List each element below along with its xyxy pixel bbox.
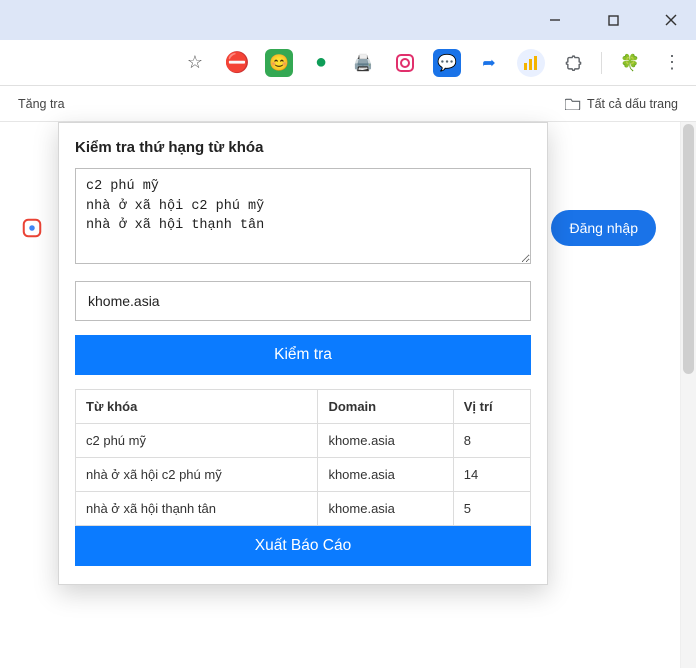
page-side-icons (16, 212, 48, 244)
bookmark-label: Tăng tra (18, 97, 65, 111)
bookmarks-bar: Tăng tra Tất cả dấu trang (0, 86, 696, 122)
bookmark-star-icon[interactable]: ☆ (187, 52, 203, 73)
close-button[interactable] (656, 5, 686, 35)
export-button[interactable]: Xuất Báo Cáo (75, 526, 531, 566)
table-header-row: Từ khóa Domain Vị trí (76, 390, 531, 424)
lens-icon[interactable] (16, 212, 48, 244)
table-row: nhà ở xã hội c2 phú mỹ khome.asia 14 (76, 458, 531, 492)
cell-pos: 14 (453, 458, 530, 492)
print-ext-icon[interactable]: 🖨️ (349, 49, 377, 77)
popup-title: Kiểm tra thứ hạng từ khóa (75, 139, 531, 156)
table-row: c2 phú mỹ khome.asia 8 (76, 424, 531, 458)
page-content: Đăng nhập Kiểm tra thứ hạng từ khóa Kiểm… (0, 122, 696, 668)
rank-checker-ext-icon[interactable] (517, 49, 545, 77)
browser-toolbar: ☆ ⛔ 😊 ● 🖨️ 💬 ➦ 🍀 ⋮ (0, 40, 696, 86)
rank-checker-popup: Kiểm tra thứ hạng từ khóa Kiểm tra Từ kh… (58, 122, 548, 585)
scrollbar-thumb[interactable] (683, 124, 694, 374)
ublock-icon[interactable]: ⛔ (223, 49, 251, 77)
cell-kw: c2 phú mỹ (76, 424, 318, 458)
page-scrollbar[interactable] (680, 122, 696, 668)
clover-profile-icon[interactable]: 🍀 (616, 49, 644, 77)
all-bookmarks-button[interactable]: Tất cả dấu trang (565, 97, 678, 111)
cell-kw: nhà ở xã hội thạnh tân (76, 492, 318, 526)
cell-pos: 8 (453, 424, 530, 458)
share-ext-icon[interactable]: ➦ (475, 49, 503, 77)
cell-kw: nhà ở xã hội c2 phú mỹ (76, 458, 318, 492)
window-titlebar (0, 0, 696, 40)
bookmark-item[interactable]: Tăng tra (18, 97, 65, 111)
col-domain: Domain (318, 390, 453, 424)
maximize-button[interactable] (598, 5, 628, 35)
messages-ext-icon[interactable]: 💬 (433, 49, 461, 77)
table-row: nhà ở xã hội thạnh tân khome.asia 5 (76, 492, 531, 526)
folder-icon (565, 98, 581, 110)
results-table: Từ khóa Domain Vị trí c2 phú mỹ khome.as… (75, 389, 531, 526)
puzzle-ext-icon[interactable] (559, 49, 587, 77)
instagram-ext-icon[interactable] (391, 49, 419, 77)
cell-domain: khome.asia (318, 458, 453, 492)
kebab-menu-icon[interactable]: ⋮ (658, 49, 686, 77)
cell-pos: 5 (453, 492, 530, 526)
col-keyword: Từ khóa (76, 390, 318, 424)
cell-domain: khome.asia (318, 492, 453, 526)
domain-input[interactable] (75, 281, 531, 321)
toolbar-divider (601, 52, 602, 74)
keywords-textarea[interactable] (75, 168, 531, 264)
check-button[interactable]: Kiểm tra (75, 335, 531, 375)
col-position: Vị trí (453, 390, 530, 424)
all-bookmarks-label: Tất cả dấu trang (587, 97, 678, 111)
minimize-button[interactable] (540, 5, 570, 35)
hangouts-icon[interactable]: ● (307, 49, 335, 77)
cell-domain: khome.asia (318, 424, 453, 458)
login-button[interactable]: Đăng nhập (551, 210, 656, 246)
emoji-ext-icon[interactable]: 😊 (265, 49, 293, 77)
